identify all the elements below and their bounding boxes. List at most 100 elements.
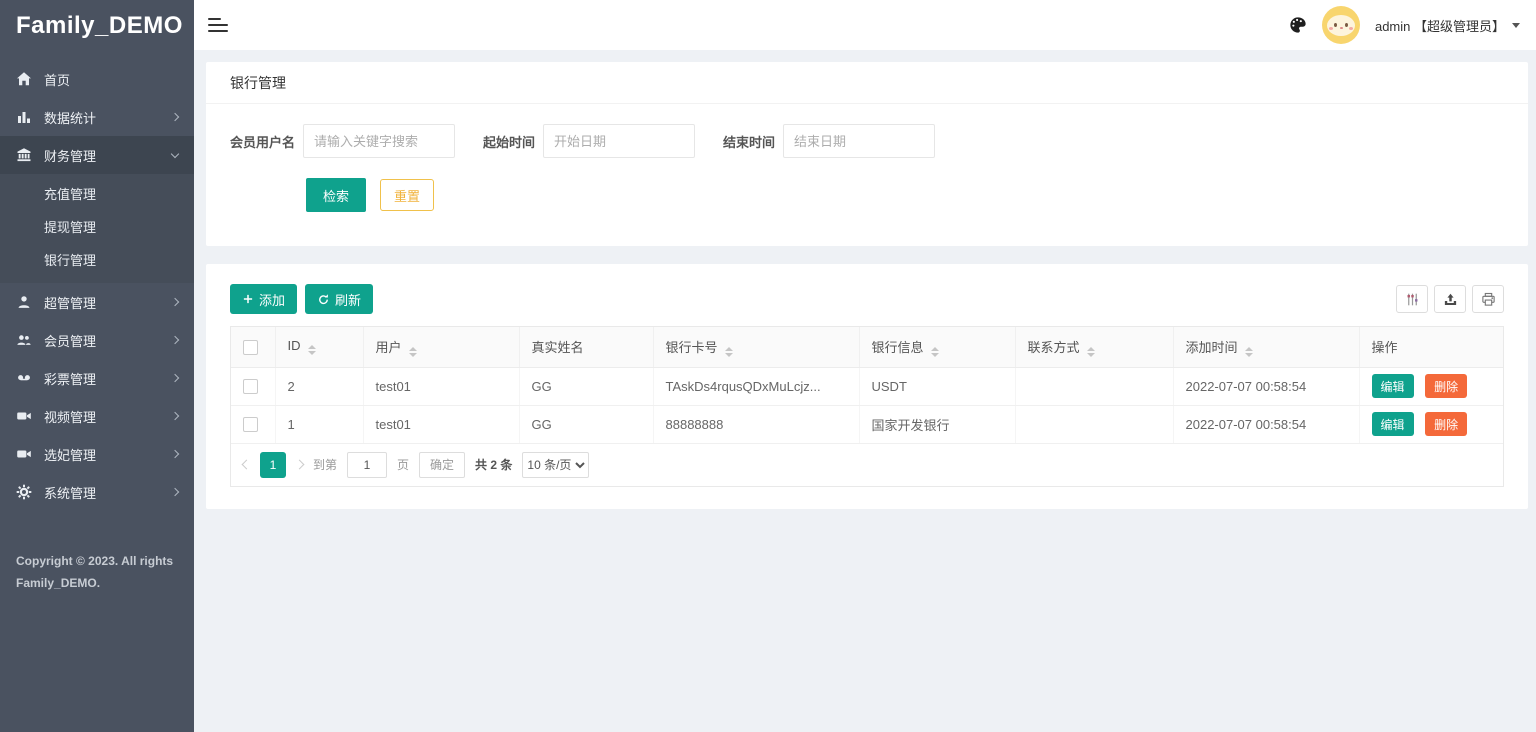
row-checkbox[interactable] — [243, 417, 258, 432]
sidebar-item-label: 财务管理 — [44, 146, 172, 165]
cell-realname: GG — [519, 367, 653, 405]
sidebar-item-video[interactable]: 视频管理 — [0, 397, 194, 435]
export-button[interactable] — [1434, 285, 1466, 313]
sidebar-item-bank[interactable]: 银行管理 — [0, 244, 194, 277]
total-count-label: 共 2 条 — [475, 456, 512, 473]
theme-palette-icon[interactable] — [1289, 16, 1307, 34]
goto-page-input[interactable] — [347, 452, 387, 478]
next-page-icon[interactable] — [295, 460, 305, 470]
sort-icon[interactable] — [725, 347, 733, 357]
sidebar-item-finance[interactable]: 财务管理 — [0, 136, 194, 174]
admin-label: admin 【超级管理员】 — [1375, 16, 1505, 35]
page-number-active[interactable]: 1 — [260, 452, 286, 478]
sidebar-item-lottery[interactable]: 彩票管理 — [0, 359, 194, 397]
bar-chart-icon — [16, 109, 32, 125]
cell-card: 88888888 — [653, 405, 859, 443]
topbar: admin 【超级管理员】 — [194, 0, 1536, 50]
filter-group-end-time: 结束时间 — [723, 124, 935, 158]
copyright-line1: Copyright © 2023. All rights — [16, 551, 178, 573]
cell-realname: GG — [519, 405, 653, 443]
edit-button[interactable]: 编辑 — [1372, 412, 1414, 436]
chevron-right-icon — [171, 336, 179, 344]
start-time-label: 起始时间 — [483, 132, 535, 151]
sidebar-item-recharge[interactable]: 充值管理 — [0, 178, 194, 211]
app-logo: Family_DEMO — [0, 0, 194, 52]
sidebar-item-label: 首页 — [44, 70, 178, 89]
delete-button[interactable]: 删除 — [1425, 412, 1467, 436]
sidebar-item-statistics[interactable]: 数据统计 — [0, 98, 194, 136]
card-view-button[interactable] — [1396, 285, 1428, 313]
menu-toggle-icon[interactable] — [208, 14, 228, 36]
cell-contact — [1015, 405, 1173, 443]
reset-button[interactable]: 重置 — [380, 179, 434, 211]
col-label: 添加时间 — [1186, 340, 1238, 355]
col-label: 银行卡号 — [666, 340, 718, 355]
sidebar-item-label: 数据统计 — [44, 108, 172, 127]
start-date-input[interactable] — [543, 124, 695, 158]
filter-group-username: 会员用户名 — [230, 124, 455, 158]
home-icon — [16, 71, 32, 87]
sidebar-submenu-finance: 充值管理 提现管理 银行管理 — [0, 174, 194, 283]
sidebar-item-label: 超管管理 — [44, 293, 172, 312]
page-title: 银行管理 — [206, 62, 1528, 104]
col-id[interactable]: ID — [275, 327, 363, 367]
col-realname: 真实姓名 — [519, 327, 653, 367]
gear-icon — [16, 484, 32, 500]
admin-dropdown[interactable]: admin 【超级管理员】 — [1375, 16, 1520, 35]
col-bank[interactable]: 银行信息 — [859, 327, 1015, 367]
refresh-button[interactable]: 刷新 — [305, 284, 373, 314]
copyright-line2: Family_DEMO. — [16, 573, 178, 595]
search-button[interactable]: 检索 — [306, 178, 366, 212]
sidebar-item-system[interactable]: 系统管理 — [0, 473, 194, 511]
sidebar-item-label: 会员管理 — [44, 331, 172, 350]
chevron-down-icon — [171, 149, 179, 157]
filter-form: 会员用户名 起始时间 结束时间 检索 — [206, 104, 1528, 246]
goto-label: 到第 — [313, 456, 337, 473]
users-icon — [16, 332, 32, 348]
col-time[interactable]: 添加时间 — [1173, 327, 1359, 367]
sort-icon[interactable] — [1087, 347, 1095, 357]
sort-icon[interactable] — [1245, 347, 1253, 357]
sort-icon[interactable] — [308, 345, 316, 355]
cell-bank: 国家开发银行 — [859, 405, 1015, 443]
row-checkbox[interactable] — [243, 379, 258, 394]
select-all-checkbox[interactable] — [243, 340, 258, 355]
col-contact[interactable]: 联系方式 — [1015, 327, 1173, 367]
end-date-input[interactable] — [783, 124, 935, 158]
sidebar-item-withdraw[interactable]: 提现管理 — [0, 211, 194, 244]
sidebar-item-concubine[interactable]: 选妃管理 — [0, 435, 194, 473]
prev-page-icon[interactable] — [242, 460, 252, 470]
col-user[interactable]: 用户 — [363, 327, 519, 367]
sidebar-item-members[interactable]: 会员管理 — [0, 321, 194, 359]
sort-icon[interactable] — [409, 347, 417, 357]
avatar-face — [1327, 15, 1355, 36]
edit-button[interactable]: 编辑 — [1372, 374, 1414, 398]
col-label: 用户 — [376, 340, 402, 355]
goto-confirm-button[interactable]: 确定 — [419, 452, 465, 478]
print-button[interactable] — [1472, 285, 1504, 313]
add-button[interactable]: 添加 — [230, 284, 297, 314]
refresh-button-label: 刷新 — [335, 290, 361, 309]
add-button-label: 添加 — [259, 290, 285, 309]
cell-time: 2022-07-07 00:58:54 — [1173, 367, 1359, 405]
delete-button[interactable]: 删除 — [1425, 374, 1467, 398]
username-label: 会员用户名 — [230, 132, 295, 151]
sidebar-item-home[interactable]: 首页 — [0, 60, 194, 98]
col-card[interactable]: 银行卡号 — [653, 327, 859, 367]
chevron-right-icon — [171, 488, 179, 496]
col-label: 操作 — [1372, 340, 1398, 355]
avatar-eye — [1334, 23, 1337, 27]
avatar[interactable] — [1322, 6, 1360, 44]
chevron-right-icon — [171, 374, 179, 382]
table-toolbar: 添加 刷新 — [230, 284, 1504, 314]
refresh-icon — [317, 293, 330, 306]
cell-user: test01 — [363, 405, 519, 443]
username-input[interactable] — [303, 124, 455, 158]
sidebar-item-label: 彩票管理 — [44, 369, 172, 388]
sort-icon[interactable] — [931, 347, 939, 357]
col-label: 联系方式 — [1028, 340, 1080, 355]
sidebar-item-superadmin[interactable]: 超管管理 — [0, 283, 194, 321]
page-size-select[interactable]: 10 条/页 — [522, 452, 589, 478]
cell-user: test01 — [363, 367, 519, 405]
table-row: 2 test01 GG TAskDs4rqusQDxMuLcjz... USDT… — [231, 367, 1503, 405]
